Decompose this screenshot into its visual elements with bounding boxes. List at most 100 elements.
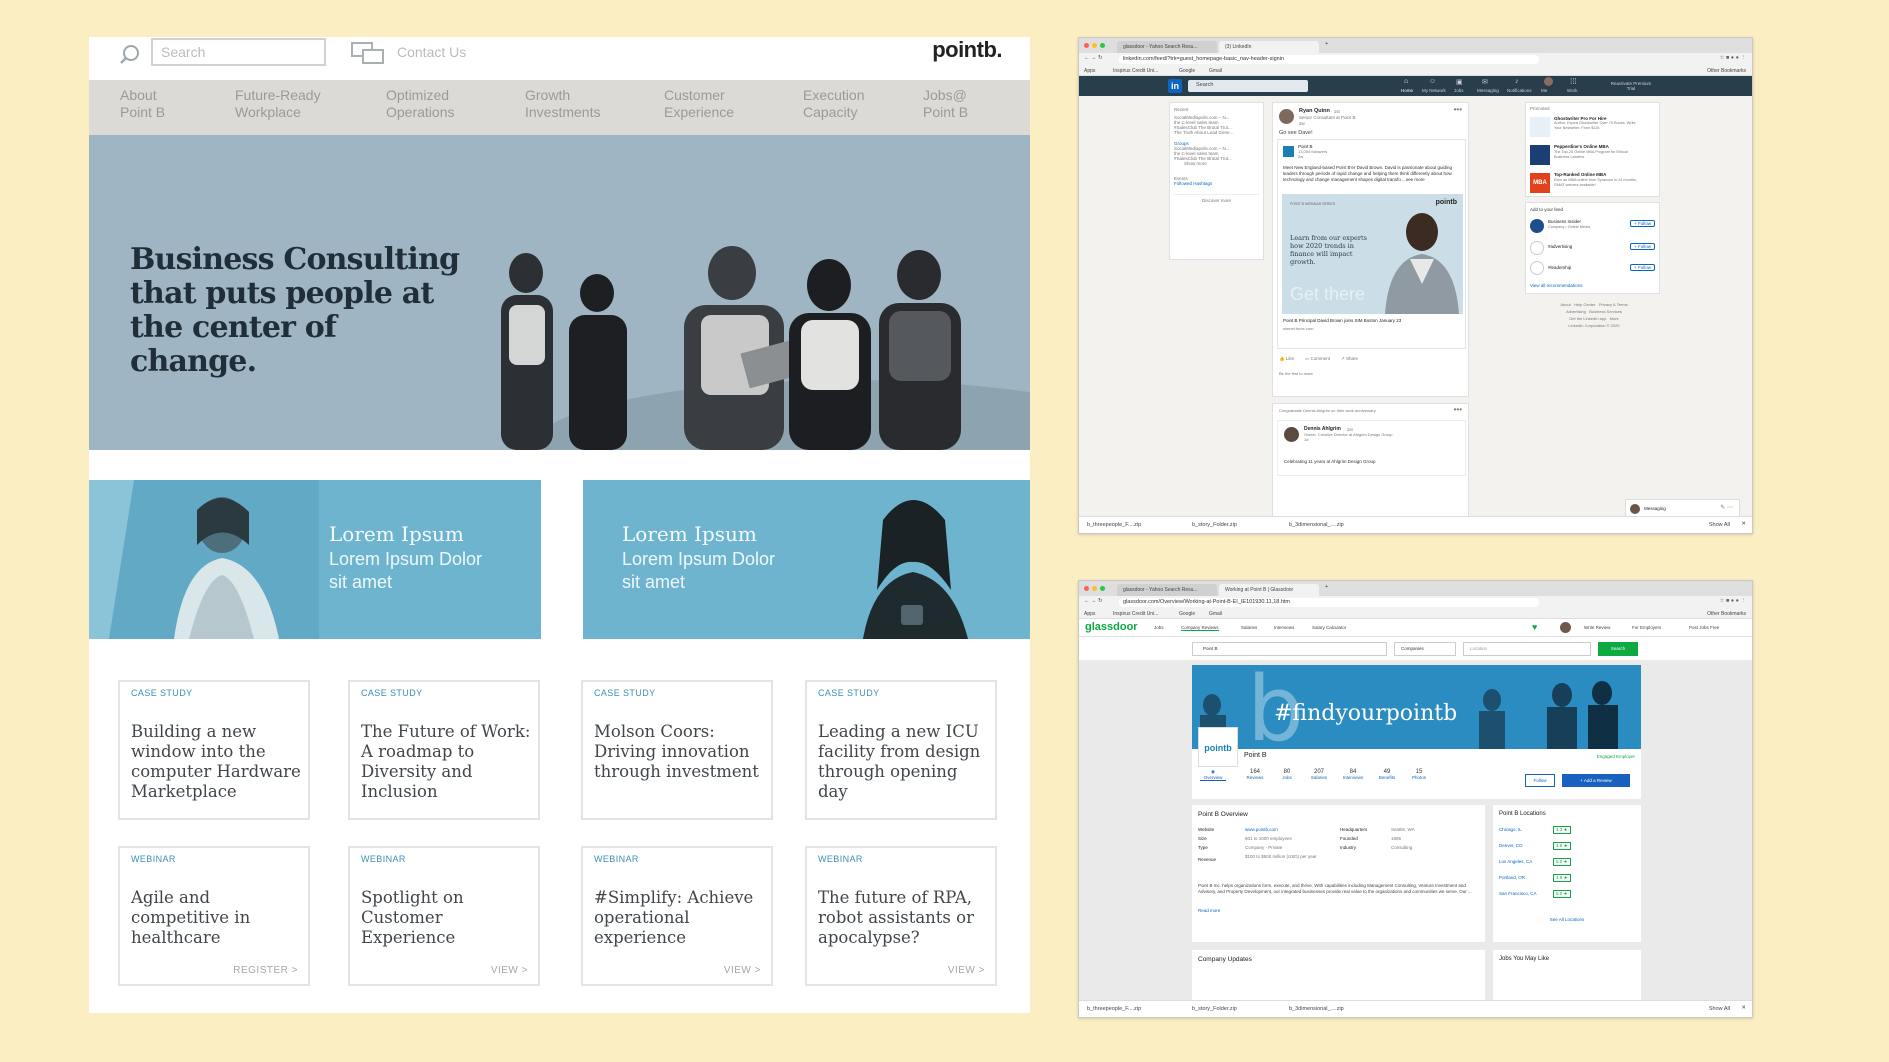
see-all-locations-link[interactable]: See All Locations <box>1493 917 1641 922</box>
location-link[interactable]: Portland, OR <box>1499 875 1525 880</box>
network-icon[interactable]: ☺ <box>1429 78 1436 85</box>
ad-logo[interactable] <box>1530 145 1550 165</box>
pointb-logo[interactable]: pointb. <box>932 37 1002 63</box>
heart-icon[interactable]: ♥ <box>1532 622 1537 632</box>
nav-optimized-operations[interactable]: Optimized Operations <box>386 87 454 121</box>
post-jobs-free-link[interactable]: Post Jobs Free <box>1689 625 1719 630</box>
minimize-window-icon[interactable] <box>1092 43 1097 48</box>
nav-jobs[interactable]: Jobs <box>1454 88 1464 93</box>
download-item[interactable]: b_threepeople_F....zip <box>1087 1006 1141 1012</box>
footer-link[interactable]: Help Center <box>1574 302 1595 307</box>
url-input[interactable]: linkedin.com/feed/?trk=guest_homepage-ba… <box>1119 55 1539 64</box>
nav-work[interactable]: Work <box>1567 88 1577 93</box>
tab-yahoo[interactable]: glassdoor - Yahoo Search Resu... <box>1117 584 1217 596</box>
footer-link[interactable]: Advertising <box>1566 309 1586 314</box>
linkedin-logo[interactable]: in <box>1168 79 1182 93</box>
nav-home[interactable]: Home <box>1401 88 1413 93</box>
location-link[interactable]: Denver, CO <box>1499 843 1523 848</box>
search-type-select[interactable]: Companies <box>1394 642 1456 656</box>
download-item[interactable]: b_3dimensional_....zip <box>1289 522 1344 528</box>
feed-item-name[interactable]: Business Insider <box>1548 219 1581 224</box>
website-link[interactable]: www.pointb.com <box>1245 827 1278 832</box>
search-button[interactable]: Search <box>1598 642 1638 656</box>
follow-button[interactable]: + Follow <box>1630 220 1655 227</box>
nav-execution-capacity[interactable]: Execution Capacity <box>803 87 864 121</box>
nav-my-network[interactable]: My Network <box>1422 88 1446 93</box>
more-options-icon[interactable]: ••• <box>1454 405 1462 414</box>
messaging-icon[interactable]: ✉ <box>1482 78 1488 86</box>
new-tab-icon[interactable]: + <box>1325 584 1328 590</box>
for-employers-link[interactable]: For Employers <box>1632 625 1661 630</box>
nav-notifications[interactable]: Notifications <box>1507 88 1532 93</box>
nav-jobs[interactable]: Jobs@ Point B <box>923 87 968 121</box>
view-link[interactable]: VIEW > <box>491 965 528 976</box>
read-more-link[interactable]: Read more <box>1198 908 1220 913</box>
case-study-card[interactable]: CASE STUDY Building a new window into the… <box>118 680 310 820</box>
case-study-card[interactable]: CASE STUDY The Future of Work: A roadmap … <box>348 680 540 820</box>
feed-item-name[interactable]: #advertising <box>1548 244 1572 249</box>
avatar[interactable] <box>1544 77 1553 86</box>
glassdoor-logo[interactable]: glassdoor <box>1085 621 1138 633</box>
bookmark-inspirus[interactable]: Inspirus Credit Uni... <box>1113 611 1158 617</box>
nav-me[interactable]: Me <box>1541 88 1547 93</box>
ad-logo[interactable]: MBA <box>1530 173 1550 193</box>
nav-arrows-icon[interactable]: ← → ↻ <box>1084 598 1103 604</box>
download-item[interactable]: b_story_Folder.zip <box>1192 1006 1237 1012</box>
nav-customer-experience[interactable]: Customer Experience <box>664 87 734 121</box>
post-author[interactable]: Ryan Quinn <box>1299 108 1330 114</box>
new-tab-icon[interactable]: + <box>1325 41 1328 47</box>
maximize-window-icon[interactable] <box>1100 43 1105 48</box>
download-item[interactable]: b_story_Folder.zip <box>1192 522 1237 528</box>
anniversary-card[interactable]: Dennis Ahlgrim · 1st Owner, Creative Dir… <box>1277 420 1466 476</box>
bookmark-google[interactable]: Google <box>1179 68 1195 74</box>
company-search-input[interactable]: Point B <box>1192 642 1387 656</box>
nav-future-ready-workplace[interactable]: Future-Ready Workplace <box>235 87 321 121</box>
tab-overview[interactable]: ◉ Overview <box>1200 769 1226 781</box>
tab-salaries[interactable]: 207 Salaries <box>1306 769 1332 780</box>
promo-banner-1[interactable]: Lorem Ipsum Lorem Ipsum Dolor sit amet <box>89 480 541 639</box>
follow-button[interactable]: Follow <box>1525 774 1555 787</box>
follow-button[interactable]: + Follow <box>1630 264 1655 271</box>
ad-title[interactable]: Pepperdine's Online MBA <box>1554 144 1609 149</box>
nav-company-reviews[interactable]: Company Reviews <box>1181 625 1219 631</box>
footer-link[interactable]: Privacy & Terms <box>1599 302 1628 307</box>
nav-about[interactable]: About Point B <box>120 87 165 121</box>
location-link[interactable]: San Francisco, CA <box>1499 891 1537 896</box>
link-title[interactable]: Point B Principal David Brown joins SIM … <box>1283 318 1401 323</box>
feed-item-name[interactable]: #leadership <box>1548 265 1571 270</box>
avatar[interactable] <box>1560 622 1571 633</box>
ad-logo[interactable] <box>1530 117 1550 137</box>
other-bookmarks[interactable]: Other Bookmarks <box>1707 611 1746 617</box>
bookmark-google[interactable]: Google <box>1179 611 1195 617</box>
extensions-icons[interactable]: ☆ ■ ● ● ⋮ <box>1719 55 1746 61</box>
chat-bubbles-icon[interactable] <box>351 41 385 67</box>
more-options-icon[interactable]: ••• <box>1454 105 1462 114</box>
bookmark-apps[interactable]: Apps <box>1084 68 1095 74</box>
tab-linkedin[interactable]: (3) LinkedIn <box>1219 41 1319 53</box>
write-review-link[interactable]: Write Review <box>1584 625 1610 630</box>
nav-salary-calculator[interactable]: Salary Calculator <box>1312 625 1346 630</box>
close-icon[interactable]: ✕ <box>1741 1005 1746 1011</box>
recent-item[interactable]: The Truth About Lead Gene... <box>1174 130 1259 135</box>
footer-link[interactable]: More <box>1610 316 1619 321</box>
extensions-icons[interactable]: ☆ ■ ● ● ⋮ <box>1719 598 1746 604</box>
pointb-company-logo[interactable] <box>1283 146 1294 157</box>
promo-banner-2[interactable]: Lorem Ipsum Lorem Ipsum Dolor sit amet <box>583 480 1030 639</box>
webinar-card[interactable]: WEBINAR #Simplify: Achieve operational ex… <box>581 846 773 986</box>
minimize-window-icon[interactable] <box>1092 586 1097 591</box>
footer-link[interactable]: About <box>1560 302 1570 307</box>
bookmark-gmail[interactable]: Gmail <box>1209 611 1222 617</box>
case-study-card[interactable]: CASE STUDY Leading a new ICU facility fro… <box>805 680 997 820</box>
location-input[interactable]: Location <box>1463 642 1591 656</box>
linkedin-search-input[interactable]: Search <box>1188 80 1308 92</box>
show-all-downloads[interactable]: Show All <box>1709 522 1730 528</box>
like-button[interactable]: 👍 Like <box>1279 356 1294 362</box>
maximize-window-icon[interactable] <box>1100 586 1105 591</box>
view-link[interactable]: VIEW > <box>724 965 761 976</box>
jobs-icon[interactable]: ▣ <box>1456 78 1463 86</box>
tab-yahoo[interactable]: glassdoor - Yahoo Search Resu... <box>1117 41 1217 53</box>
comment-button[interactable]: ▭ Comment <box>1305 356 1330 362</box>
case-study-card[interactable]: CASE STUDY Molson Coors: Driving innovati… <box>581 680 773 820</box>
tab-benefits[interactable]: 49 Benefits <box>1374 769 1400 780</box>
register-link[interactable]: REGISTER > <box>233 965 298 976</box>
